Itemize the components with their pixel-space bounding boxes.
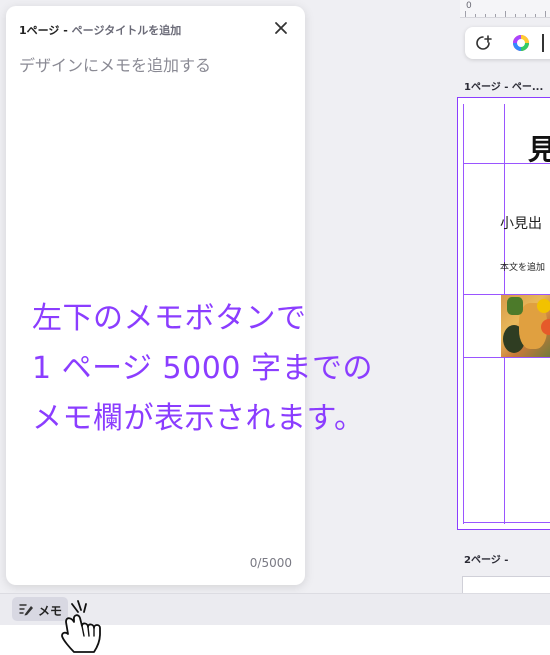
- design-page-1[interactable]: 見 小見出 本文を追加: [457, 97, 550, 530]
- fruit-image[interactable]: [501, 295, 550, 357]
- memo-panel-title: 1ページ - ページタイトルを追加: [19, 22, 181, 38]
- memo-textarea[interactable]: デザインにメモを追加する: [19, 52, 211, 76]
- annotation-line-3: メモ欄が表示されます。: [32, 401, 365, 436]
- page1-label[interactable]: 1ページ - ペー...: [464, 78, 543, 93]
- page-number: 1ページ: [19, 24, 60, 37]
- char-counter: 0/5000: [249, 556, 292, 570]
- color-wheel-icon[interactable]: [512, 34, 530, 52]
- page-subheading[interactable]: 小見出: [500, 213, 542, 233]
- page2-label[interactable]: 2ページ -: [464, 551, 508, 566]
- page-title-input[interactable]: ページタイトルを追加: [72, 24, 182, 37]
- page-heading[interactable]: 見: [528, 128, 550, 168]
- add-sparkle-icon[interactable]: [475, 34, 493, 52]
- design-page-2[interactable]: [462, 576, 550, 593]
- page-body-text[interactable]: 本文を追加: [500, 260, 545, 273]
- page-toolbar: [465, 27, 550, 59]
- close-icon[interactable]: [271, 18, 291, 38]
- pencil-lines-icon: [19, 604, 33, 616]
- title-separator: -: [59, 24, 72, 37]
- ruler-zero-label: 0: [466, 1, 472, 11]
- annotation-line-1: 左下のメモボタンで: [32, 301, 307, 336]
- top-ruler: 0: [460, 0, 550, 18]
- hand-pointer-icon: [61, 600, 101, 653]
- annotation-line-2: 1 ページ 5000 字までの: [32, 351, 373, 386]
- toolbar-more-icon[interactable]: [542, 34, 544, 52]
